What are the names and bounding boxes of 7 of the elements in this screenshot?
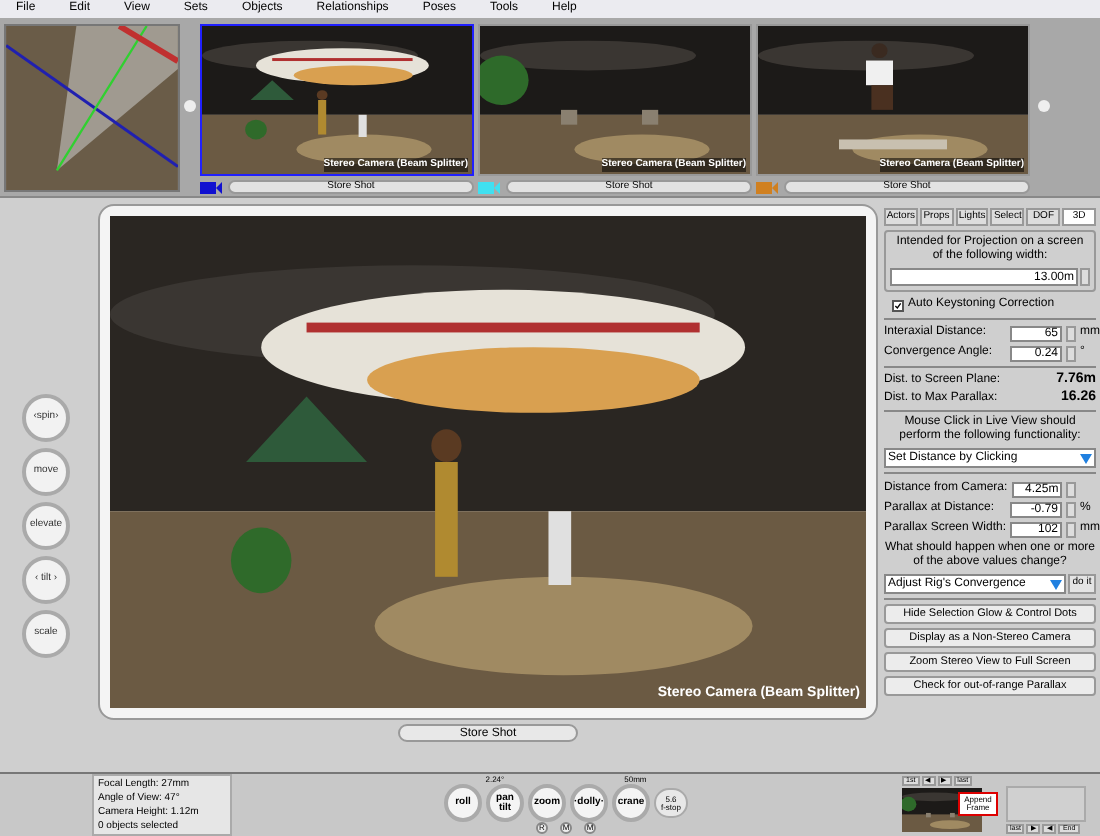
dropdown-arrow-icon bbox=[1080, 453, 1092, 463]
keystone-checkbox[interactable] bbox=[892, 299, 904, 311]
scroll-right-button[interactable] bbox=[1038, 100, 1050, 112]
scroll-left-button[interactable] bbox=[184, 100, 196, 112]
empty-frame-slot bbox=[1006, 786, 1086, 822]
spinner-icon[interactable] bbox=[1080, 268, 1090, 286]
dropdown-arrow-icon bbox=[1050, 579, 1062, 589]
